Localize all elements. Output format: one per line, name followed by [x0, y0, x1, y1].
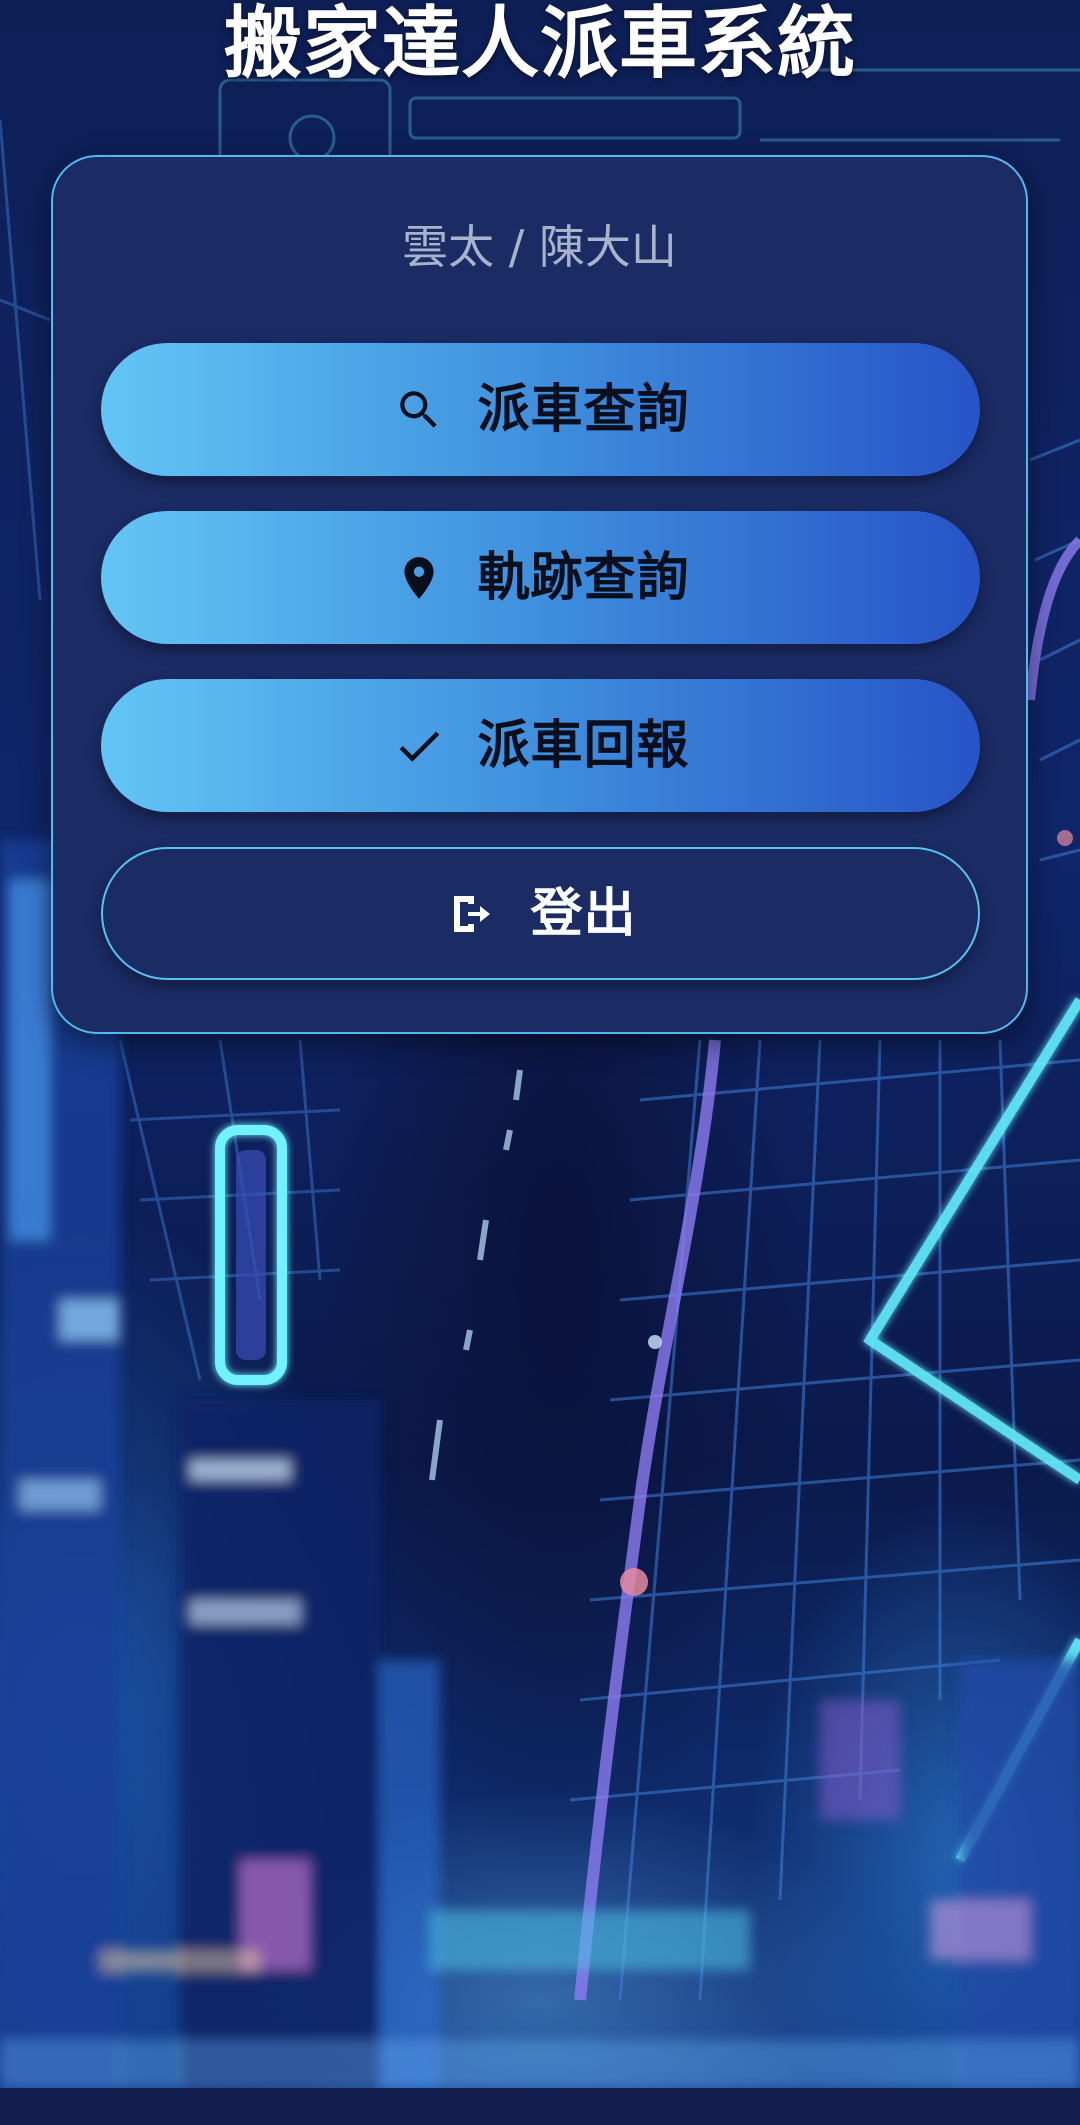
- logout-button[interactable]: 登出: [101, 847, 980, 980]
- checkmark-icon: [391, 718, 447, 774]
- dispatch-report-button[interactable]: 派車回報: [101, 679, 980, 812]
- track-query-label: 軌跡查詢: [477, 547, 690, 608]
- menu-card: 雲太 / 陳大山 派車查詢 軌跡查詢 派車回報 登出: [51, 155, 1028, 1034]
- bottom-bar: [0, 2088, 1080, 2125]
- location-pin-icon: [391, 550, 447, 606]
- page-title: 搬家達人派車系統: [223, 0, 856, 89]
- dispatch-query-button[interactable]: 派車查詢: [101, 343, 980, 476]
- logout-icon: [444, 886, 500, 942]
- logout-label: 登出: [530, 883, 637, 944]
- track-query-button[interactable]: 軌跡查詢: [101, 511, 980, 644]
- search-icon: [391, 382, 447, 438]
- user-identity: 雲太 / 陳大山: [402, 220, 677, 274]
- dispatch-query-label: 派車查詢: [477, 379, 690, 440]
- dispatch-report-label: 派車回報: [477, 715, 690, 776]
